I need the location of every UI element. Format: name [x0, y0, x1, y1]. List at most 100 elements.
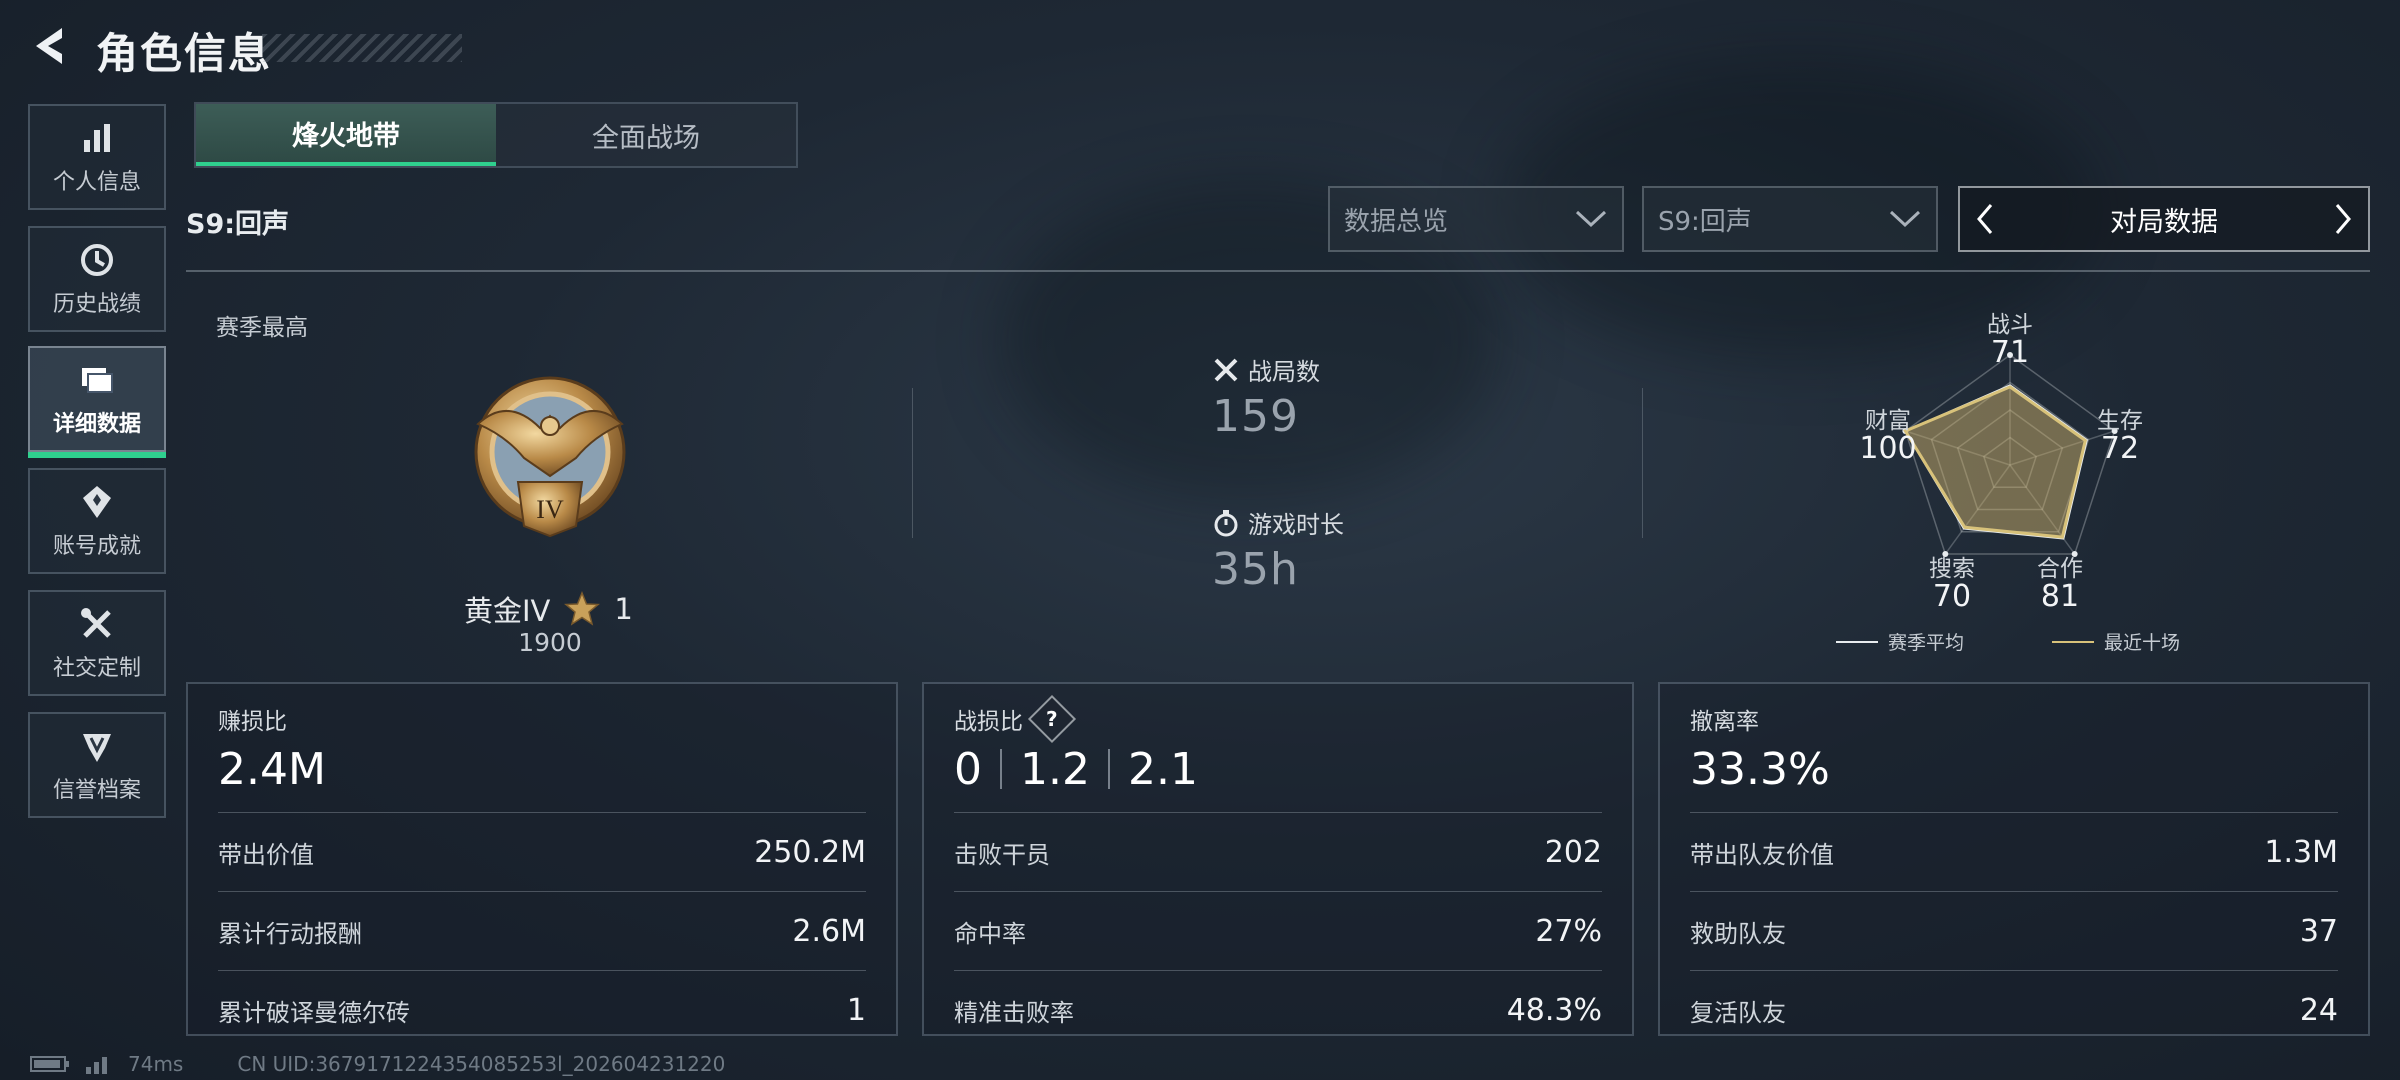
- question-mark-icon: ?: [1046, 706, 1058, 731]
- tab-full-battlefield[interactable]: 全面战场: [496, 104, 796, 166]
- radar-value-search: 70: [1932, 579, 1972, 614]
- rank-score: 1900: [518, 628, 582, 657]
- profit-card: 赚损比 2.4M 带出价值 250.2M 累计行动报酬 2.6M 累计破译曼德尔砖 1: [186, 682, 898, 1036]
- rank-stars: 1: [614, 592, 633, 626]
- ping-value: 74ms: [128, 1052, 184, 1076]
- stat-row: 精准击败率 48.3%: [954, 970, 1602, 1049]
- folder-icon: [82, 368, 113, 393]
- extract-card: 撤离率 33.3% 带出队友价值 1.3M 救助队友 37 复活队友 24: [1658, 682, 2370, 1036]
- stat-row: 带出价值 250.2M: [218, 812, 866, 891]
- stat-row: 累计行动报酬 2.6M: [218, 891, 866, 970]
- divider: [186, 270, 2370, 272]
- clock-icon: [81, 244, 113, 276]
- wrench-tools-icon: [81, 608, 111, 638]
- tab-fire-zone[interactable]: 烽火地带: [196, 104, 496, 166]
- legend-label: 最近十场: [2104, 632, 2181, 654]
- matches-value: 159: [1212, 391, 1299, 442]
- stat-label: 带出队友价值: [1690, 840, 1834, 869]
- battery-icon: [30, 1056, 69, 1072]
- sidebar-item-achievements[interactable]: 账号成就: [28, 468, 166, 574]
- radar-chart: 战斗 71 生存 72 合作 81 搜索 70 财富 100: [1800, 295, 2220, 665]
- ratio-value: 2.1: [1127, 743, 1198, 795]
- stat-value: 202: [1544, 834, 1602, 870]
- card-main-value: 33.3%: [1690, 743, 1830, 795]
- stat-label: 累计破译曼德尔砖: [218, 998, 410, 1027]
- title-decoration: [262, 34, 462, 62]
- stat-row: 命中率 27%: [954, 891, 1602, 970]
- pager-next-button[interactable]: [2318, 188, 2368, 250]
- page-title: 角色信息: [96, 29, 273, 78]
- combat-card: 战损比 ? 0 1.2 2.1 击败干员 202 命中率 27% 精准击败率 48.3…: [922, 682, 1634, 1036]
- season-dropdown[interactable]: S9:回声: [1642, 186, 1938, 252]
- ratio-separator: [1000, 749, 1002, 789]
- gold-eagle-medal-icon: IV: [474, 376, 626, 538]
- help-button[interactable]: ?: [1027, 694, 1077, 744]
- stat-row: 救助队友 37: [1690, 891, 2338, 970]
- stat-label: 击败干员: [954, 840, 1050, 869]
- radar-label-survival: 生存: [2097, 408, 2143, 434]
- ratio-value: 0: [954, 743, 982, 795]
- radar-value-wealth: 100: [1859, 431, 1917, 466]
- legend-item-recent: 最近十场: [2052, 628, 2180, 655]
- playtime-label: 游戏时长: [1248, 511, 1344, 539]
- radar-value-teamwork: 81: [2040, 579, 2080, 614]
- rank-caption: 赛季最高: [216, 315, 308, 341]
- pager-prev-button[interactable]: [1960, 188, 2010, 250]
- stat-value: 1: [846, 992, 866, 1028]
- stat-label: 救助队友: [1690, 919, 1786, 948]
- chevron-down-icon: [1889, 210, 1921, 228]
- stat-label: 复活队友: [1690, 998, 1786, 1027]
- card-title: 赚损比: [218, 709, 287, 735]
- sidebar-item-social[interactable]: 社交定制: [28, 590, 166, 696]
- sidebar-item-label: 账号成就: [52, 534, 141, 559]
- sidebar-item-label: 信誉档案: [52, 778, 141, 803]
- legend-label: 赛季平均: [1888, 632, 1965, 654]
- achievement-icon: [83, 486, 111, 518]
- stat-row: 累计破译曼德尔砖 1: [218, 970, 866, 1049]
- matches-stat: 战局数 159: [1212, 352, 1320, 442]
- pager-label: 对局数据: [2110, 206, 2218, 238]
- legend-swatch: [2052, 640, 2094, 643]
- view-dropdown[interactable]: 数据总览: [1328, 186, 1624, 252]
- back-button[interactable]: [26, 22, 74, 70]
- ratio-separator: [1107, 749, 1110, 789]
- combat-ratios: 0 1.2 2.1: [954, 740, 1602, 798]
- mode-tabs: 烽火地带 全面战场: [194, 102, 798, 168]
- sidebar-item-personal-info[interactable]: 个人信息: [28, 104, 166, 210]
- sidebar-item-label: 历史战绩: [52, 292, 141, 317]
- stat-row: 带出队友价值 1.3M: [1690, 812, 2338, 891]
- data-pager: 对局数据: [1958, 186, 2370, 252]
- card-main-value: 2.4M: [218, 743, 326, 795]
- bar-chart-icon: [84, 124, 110, 152]
- shield-emblem-icon: [83, 734, 111, 762]
- stat-label: 累计行动报酬: [218, 919, 362, 948]
- star-icon: [564, 591, 601, 626]
- sidebar-item-detailed-data[interactable]: 详细数据: [28, 346, 166, 458]
- stat-value: 37: [2299, 913, 2338, 949]
- radar-label-wealth: 财富: [1865, 408, 1911, 434]
- sidebar-item-reputation[interactable]: 信誉档案: [28, 712, 166, 818]
- matches-label: 战局数: [1248, 358, 1320, 386]
- rank-name-row: 黄金IV 1: [464, 588, 633, 630]
- back-arrow-icon: [36, 28, 62, 64]
- sidebar-item-label: 个人信息: [52, 170, 141, 195]
- chevron-left-icon: [1977, 204, 1993, 234]
- legend-item-avg: 赛季平均: [1836, 628, 1964, 655]
- stat-row: 复活队友 24: [1690, 970, 2338, 1049]
- stat-value: 250.2M: [754, 834, 866, 870]
- stat-value: 2.6M: [792, 913, 866, 949]
- season-dropdown-value: S9:回声: [1658, 206, 1752, 237]
- sidebar-item-history[interactable]: 历史战绩: [28, 226, 166, 332]
- stopwatch-icon: [1214, 509, 1238, 536]
- stat-value: 24: [2299, 992, 2338, 1028]
- radar-label-combat: 战斗: [1987, 312, 2033, 338]
- card-title: 撤离率: [1690, 709, 1759, 735]
- signal-icon: [86, 1057, 107, 1074]
- crossed-swords-icon: [1214, 358, 1238, 381]
- chevron-down-icon: [1575, 210, 1607, 228]
- stat-label: 命中率: [954, 919, 1026, 948]
- card-title: 战损比: [954, 709, 1023, 735]
- stat-row: 击败干员 202: [954, 812, 1602, 891]
- view-dropdown-value: 数据总览: [1344, 206, 1449, 237]
- stat-value: 1.3M: [2264, 834, 2338, 870]
